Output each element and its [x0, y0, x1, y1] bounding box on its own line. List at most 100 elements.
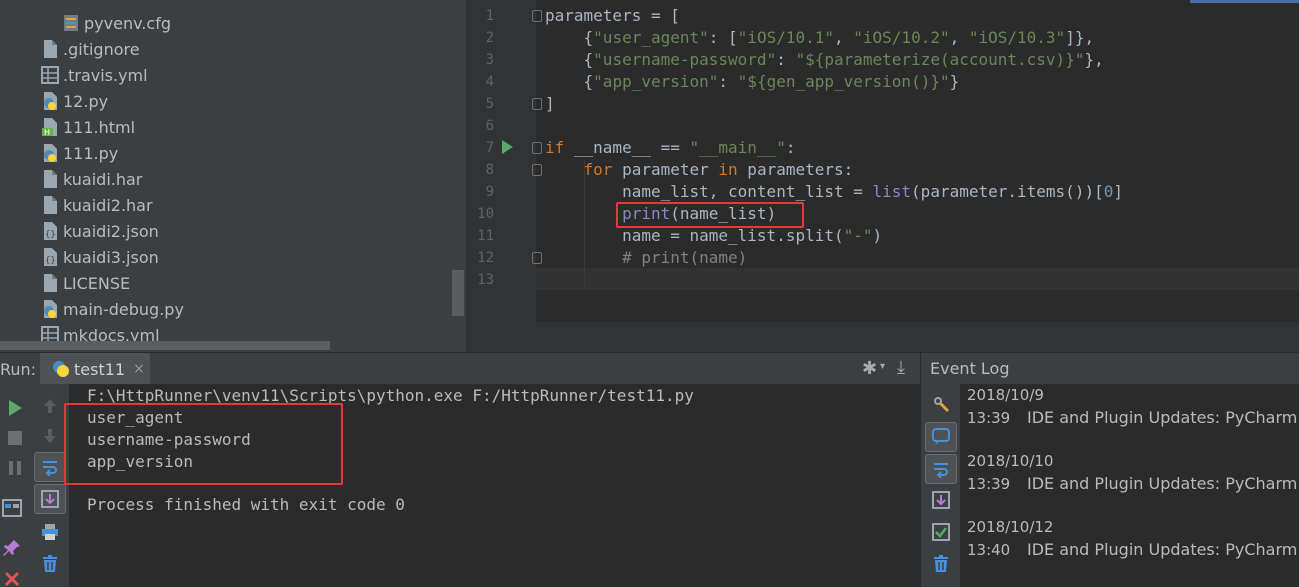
code-string: "-" — [843, 226, 873, 245]
event-message[interactable]: IDE and Plugin Updates: PyCharm is — [1027, 540, 1299, 559]
tree-vertical-scrollbar[interactable] — [452, 270, 464, 316]
close-icon[interactable]: × — [133, 361, 145, 377]
event-message[interactable]: IDE and Plugin Updates: PyCharm is — [1027, 408, 1299, 427]
tree-item-label: .gitignore — [63, 39, 140, 59]
scroll-to-end-button[interactable] — [929, 488, 953, 512]
code-keyword: in — [718, 160, 738, 179]
soft-wrap-button[interactable] — [34, 452, 66, 482]
tree-item-license[interactable]: LICENSE — [41, 270, 130, 296]
tree-item-kuaidi2-json[interactable]: {} kuaidi2.json — [41, 218, 159, 244]
tree-item-label: kuaidi2.har — [63, 195, 153, 215]
chevron-down-icon[interactable]: ▾ — [880, 361, 885, 372]
code-text: , — [834, 28, 854, 47]
code-text: ] — [1113, 182, 1123, 201]
run-gutter-icon[interactable] — [502, 140, 513, 154]
tree-item-kuaidi3-json[interactable]: {} kuaidi3.json — [41, 244, 159, 270]
event-log-toolbar — [920, 384, 960, 587]
tree-item-label: main-debug.py — [63, 299, 184, 319]
event-log-body[interactable]: 2018/10/9 13:39 IDE and Plugin Updates: … — [960, 384, 1299, 587]
scroll-to-end-button[interactable] — [34, 484, 66, 514]
python-file-icon — [41, 143, 59, 163]
stop-icon — [8, 431, 22, 445]
tree-item-travis-yml[interactable]: .travis.yml — [41, 62, 148, 88]
arrow-up-icon — [44, 399, 56, 413]
layout-icon — [2, 499, 22, 517]
code-line-12: # print(name) — [545, 247, 747, 269]
event-time: 13:39 — [967, 475, 1011, 493]
scroll-down-button[interactable] — [38, 424, 62, 448]
code-line-2: {"user_agent": ["iOS/10.1", "iOS/10.2", … — [545, 27, 1095, 49]
tab-test11[interactable]: test11 × — [40, 353, 150, 385]
project-tree: pyvenv.cfg .gitignore .travis.yml 12.py … — [0, 0, 466, 352]
minimize-icon[interactable]: ⤓ — [897, 357, 905, 378]
line-number: 1 — [485, 8, 494, 24]
tree-item-111-py[interactable]: 111.py — [41, 140, 118, 166]
run-label: Run: — [0, 360, 37, 379]
code-builtin: list — [872, 182, 912, 201]
fold-marker-icon[interactable] — [532, 10, 542, 22]
line-number: 6 — [485, 118, 494, 134]
code-string: "username-password" — [593, 50, 777, 69]
tree-horizontal-scrollbar[interactable] — [0, 341, 330, 350]
svg-text:{}: {} — [45, 230, 56, 240]
pause-button[interactable] — [3, 456, 27, 480]
json-file-icon: {} — [41, 221, 59, 241]
print-button[interactable] — [38, 520, 62, 544]
event-message[interactable]: IDE and Plugin Updates: PyCharm is — [1027, 474, 1299, 493]
soft-wrap-icon — [43, 461, 57, 476]
code-string: "${parameterize(account.csv)}" — [795, 50, 1085, 69]
arrow-down-icon — [44, 429, 56, 443]
rerun-button[interactable] — [3, 396, 27, 420]
tree-item-kuaidi2-har[interactable]: kuaidi2.har — [41, 192, 153, 218]
fold-marker-icon[interactable] — [532, 98, 542, 110]
tree-item-label: 111.html — [63, 117, 136, 137]
code-text: parameters = [ — [545, 6, 680, 25]
fold-marker-icon[interactable] — [532, 252, 542, 264]
soft-wrap-button[interactable] — [925, 454, 957, 484]
code-line-9: name_list, content_list = list(parameter… — [545, 181, 1123, 203]
checkbox-button[interactable] — [929, 520, 953, 544]
json-file-icon: {} — [41, 247, 59, 267]
line-number: 4 — [485, 74, 494, 90]
highlight-box-print — [616, 202, 804, 228]
fold-marker-icon[interactable] — [532, 142, 542, 154]
tree-item-label: 12.py — [63, 91, 109, 111]
clear-all-button[interactable] — [929, 552, 953, 576]
clear-all-button[interactable] — [38, 552, 62, 576]
tree-item-111-html[interactable]: H 111.html — [41, 114, 135, 140]
tree-item-12-py[interactable]: 12.py — [41, 88, 108, 114]
play-icon — [9, 400, 22, 416]
tree-item-main-debug-py[interactable]: main-debug.py — [41, 296, 184, 322]
fold-marker-icon[interactable] — [532, 164, 542, 176]
code-editor[interactable]: 1 2 3 4 5 6 7 8 9 10 11 12 13 parameters… — [466, 0, 1299, 352]
run-toolbar-primary — [0, 384, 30, 587]
pin-button[interactable] — [0, 536, 24, 560]
tree-item-pyvenv-cfg[interactable]: pyvenv.cfg — [62, 10, 171, 36]
line-number: 3 — [485, 52, 494, 68]
event-date: 2018/10/12 — [967, 518, 1054, 536]
event-log-title: Event Log — [930, 359, 1010, 378]
code-string: "app_version" — [593, 72, 719, 91]
close-run-button[interactable] — [0, 570, 24, 587]
line-number: 2 — [485, 30, 494, 46]
editor-bottom-area — [466, 322, 1299, 352]
mark-read-button[interactable] — [925, 422, 957, 452]
layout-button[interactable] — [0, 496, 24, 520]
stop-button[interactable] — [3, 426, 27, 450]
console-exit-message: Process finished with exit code 0 — [87, 495, 405, 514]
line-number: 13 — [477, 272, 494, 288]
scroll-up-button[interactable] — [38, 394, 62, 418]
trash-icon — [934, 555, 948, 572]
tree-item-label: .travis.yml — [63, 65, 148, 85]
html-file-icon: H — [41, 117, 59, 137]
tree-item-kuaidi-har[interactable]: kuaidi.har — [41, 166, 142, 192]
gear-icon[interactable]: ✱ — [862, 358, 877, 379]
code-text: }, — [1084, 50, 1104, 69]
code-string: "iOS/10.2" — [853, 28, 950, 47]
python-file-icon — [52, 359, 70, 379]
text-file-icon — [41, 273, 59, 293]
settings-button[interactable] — [929, 392, 953, 416]
event-date: 2018/10/10 — [967, 452, 1054, 470]
tree-item-gitignore[interactable]: .gitignore — [41, 36, 140, 62]
